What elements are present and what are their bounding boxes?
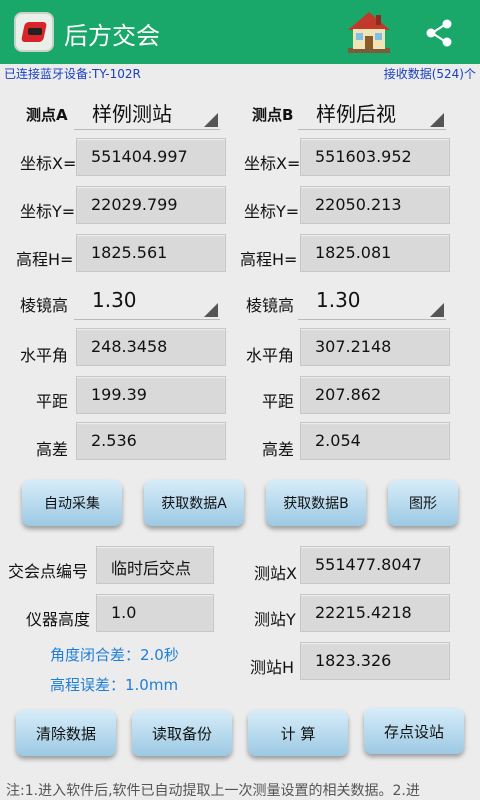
- a-h-field[interactable]: 1825.561: [76, 234, 226, 272]
- result-y-field[interactable]: 22215.4218: [300, 594, 450, 632]
- b-h-field[interactable]: 1825.081: [300, 234, 450, 272]
- b-angle-field[interactable]: 307.2148: [300, 328, 450, 366]
- save-set-station-button[interactable]: 存点设站: [364, 708, 464, 754]
- station-a-label: 测点A: [26, 106, 68, 124]
- b-angle-label: 水平角: [246, 346, 295, 365]
- b-prism-label: 棱镜高: [246, 296, 295, 315]
- read-backup-button[interactable]: 读取备份: [132, 710, 232, 756]
- b-dist-field[interactable]: 207.862: [300, 376, 450, 414]
- footnote: 注:1.进入软件后,软件已自动提取上一次测量设置的相关数据。2.进: [6, 783, 420, 799]
- height-error: 高程误差：1.0mm: [50, 676, 179, 694]
- a-h-label: 高程H=: [16, 250, 74, 269]
- dropdown-arrow-icon: [204, 303, 218, 317]
- intersection-id-label: 交会点编号: [8, 562, 89, 581]
- a-x-field[interactable]: 551404.997: [76, 138, 226, 176]
- instrument-height-label: 仪器高度: [26, 610, 91, 629]
- b-dist-label: 平距: [262, 392, 295, 411]
- b-diff-label: 高差: [262, 440, 295, 459]
- result-x-label: 测站X: [254, 564, 297, 583]
- app-logo-icon: [14, 12, 54, 52]
- clear-data-button[interactable]: 清除数据: [16, 710, 116, 756]
- bluetooth-status: 已连接蓝牙设备:TY-102R: [4, 67, 141, 81]
- station-a-name: 样例测站: [92, 102, 172, 126]
- a-prism-label: 棱镜高: [20, 296, 69, 315]
- b-x-label: 坐标X=: [244, 154, 301, 173]
- intersection-id-field[interactable]: 临时后交点: [96, 546, 214, 584]
- station-b-label: 测点B: [252, 106, 294, 124]
- result-h-label: 测站H: [250, 658, 295, 677]
- get-data-a-button[interactable]: 获取数据A: [144, 480, 244, 526]
- graph-button[interactable]: 图形: [388, 480, 458, 526]
- a-prism-select[interactable]: 1.30: [74, 288, 220, 320]
- station-b-name: 样例后视: [316, 102, 396, 126]
- a-prism-value: 1.30: [92, 288, 137, 312]
- station-a-select[interactable]: 样例测站: [74, 98, 220, 130]
- a-x-label: 坐标X=: [20, 154, 77, 173]
- home-icon[interactable]: [346, 10, 392, 54]
- result-y-label: 测站Y: [254, 610, 296, 629]
- a-angle-label: 水平角: [20, 346, 69, 365]
- b-y-field[interactable]: 22050.213: [300, 186, 450, 224]
- a-angle-field[interactable]: 248.3458: [76, 328, 226, 366]
- b-diff-field[interactable]: 2.054: [300, 422, 450, 460]
- result-x-field[interactable]: 551477.8047: [300, 546, 450, 584]
- get-data-b-button[interactable]: 获取数据B: [266, 480, 366, 526]
- dropdown-arrow-icon: [430, 113, 444, 127]
- b-prism-select[interactable]: 1.30: [298, 288, 446, 320]
- a-dist-label: 平距: [36, 392, 69, 411]
- share-icon[interactable]: [424, 18, 454, 48]
- auto-collect-button[interactable]: 自动采集: [22, 480, 122, 526]
- calculate-button[interactable]: 计 算: [248, 710, 348, 756]
- a-diff-label: 高差: [36, 440, 69, 459]
- b-y-label: 坐标Y=: [244, 202, 300, 221]
- a-y-label: 坐标Y=: [20, 202, 76, 221]
- station-b-select[interactable]: 样例后视: [298, 98, 446, 130]
- a-y-field[interactable]: 22029.799: [76, 186, 226, 224]
- result-h-field[interactable]: 1823.326: [300, 642, 450, 680]
- angle-closure-error: 角度闭合差：2.0秒: [50, 646, 179, 664]
- received-count: 接收数据(524)个: [383, 67, 476, 81]
- b-h-label: 高程H=: [240, 250, 298, 269]
- app-title: 后方交会: [64, 22, 160, 50]
- dropdown-arrow-icon: [430, 303, 444, 317]
- b-x-field[interactable]: 551603.952: [300, 138, 450, 176]
- status-bar: 已连接蓝牙设备:TY-102R 接收数据(524)个: [0, 64, 480, 82]
- instrument-height-field[interactable]: 1.0: [96, 594, 214, 632]
- a-diff-field[interactable]: 2.536: [76, 422, 226, 460]
- app-bar: 后方交会: [0, 0, 480, 64]
- dropdown-arrow-icon: [204, 113, 218, 127]
- a-dist-field[interactable]: 199.39: [76, 376, 226, 414]
- b-prism-value: 1.30: [316, 288, 361, 312]
